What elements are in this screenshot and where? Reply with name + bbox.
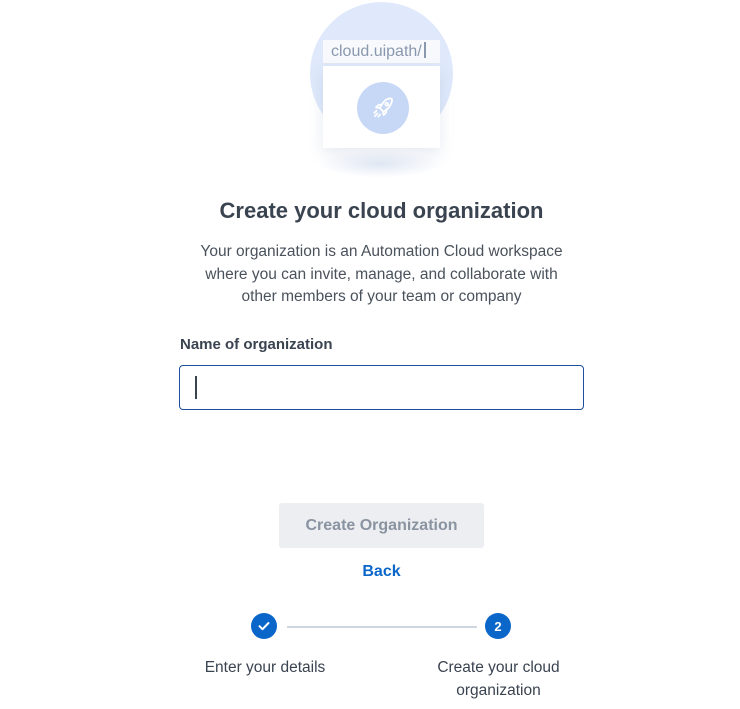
hero-card: [323, 66, 440, 148]
page-title: Create your cloud organization: [219, 198, 544, 223]
step-2-label: Create your cloud organization: [420, 657, 577, 702]
org-name-label: Name of organization: [180, 336, 333, 353]
step-1-completed-indicator: [251, 613, 277, 639]
text-caret: [195, 376, 197, 399]
description-line-2: where you can invite, manage, and collab…: [205, 265, 558, 283]
step-2-label-line-1: Create your cloud: [437, 659, 560, 676]
back-link[interactable]: Back: [0, 563, 740, 581]
rocket-icon: [373, 97, 393, 118]
stepper-connector: [287, 626, 477, 628]
rocket-badge: [357, 82, 409, 134]
hero-card-shadow: [318, 150, 443, 178]
hero-url-bar: cloud.uipath/: [323, 40, 440, 64]
hero-url-caret: [423, 42, 426, 58]
org-name-input[interactable]: [179, 365, 584, 410]
hero-illustration: cloud.uipath/: [310, 0, 455, 190]
check-icon: [258, 622, 270, 631]
step-2-label-line-2: organization: [456, 681, 541, 699]
description-line-3: other members of your team or company: [241, 288, 522, 305]
step-2-indicator: 2: [485, 613, 511, 639]
hero-url-text: cloud.uipath/: [331, 43, 422, 60]
step-1-label: Enter your details: [204, 659, 326, 676]
page-description: Your organization is an Automation Cloud…: [170, 241, 593, 309]
create-organization-button[interactable]: Create Organization: [279, 503, 484, 548]
description-line-1: Your organization is an Automation Cloud…: [200, 243, 563, 260]
